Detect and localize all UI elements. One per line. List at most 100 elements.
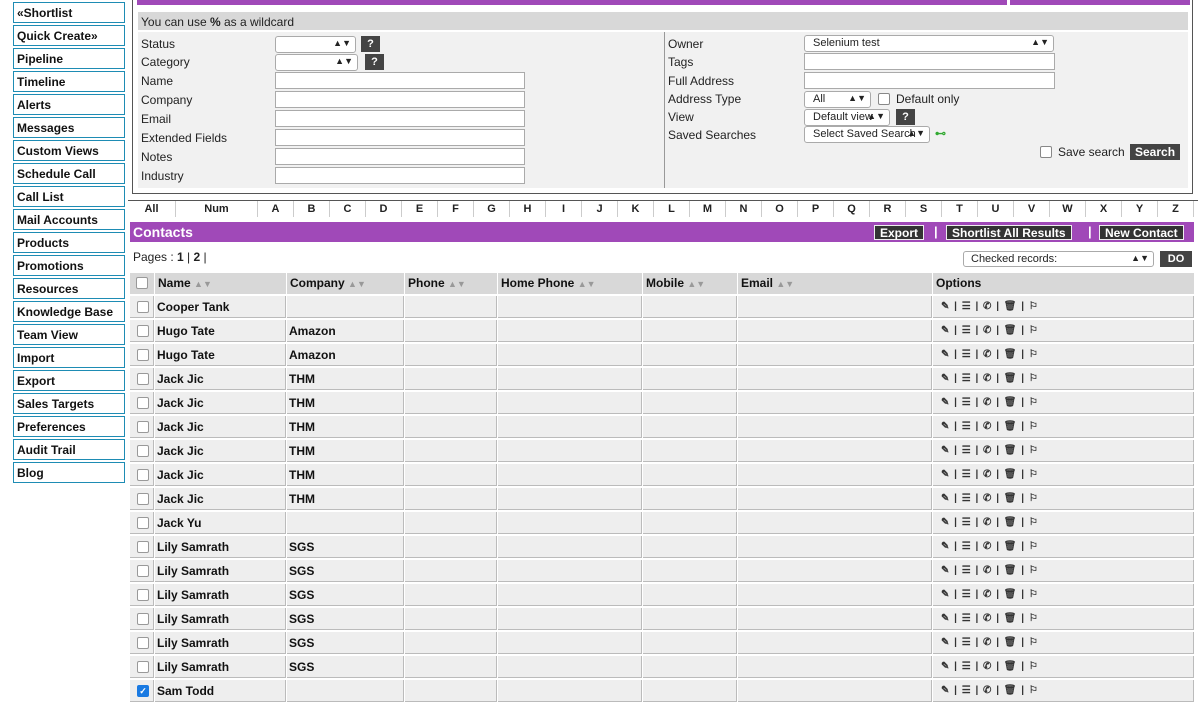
status-select[interactable]: ▲▼ — [275, 36, 356, 53]
alpha-filter-a[interactable]: A — [258, 201, 294, 217]
alpha-filter-num[interactable]: Num — [176, 201, 258, 217]
row-options-icons[interactable]: ✎ | ☰ | ✆ | 🗑 | ⚐ — [941, 373, 1039, 384]
alpha-filter-e[interactable]: E — [402, 201, 438, 217]
sort-icon[interactable]: ▲▼ — [687, 279, 705, 289]
row-checkbox[interactable] — [137, 541, 149, 553]
alpha-filter-f[interactable]: F — [438, 201, 474, 217]
alpha-filter-g[interactable]: G — [474, 201, 510, 217]
sidebar-item[interactable]: Preferences — [13, 416, 125, 437]
alpha-filter-n[interactable]: N — [726, 201, 762, 217]
checked-records-select[interactable]: Checked records: ▲▼ — [963, 251, 1154, 267]
row-options-icons[interactable]: ✎ | ☰ | ✆ | 🗑 | ⚐ — [941, 685, 1039, 696]
sidebar-item[interactable]: Quick Create» — [13, 25, 125, 46]
sidebar-item[interactable]: Mail Accounts — [13, 209, 125, 230]
contact-name-cell[interactable]: Lily Samrath — [155, 632, 286, 654]
alpha-filter-v[interactable]: V — [1014, 201, 1050, 217]
saved-search-select[interactable]: Select Saved Search ▲▼ — [804, 126, 930, 143]
phone-column-header[interactable]: Phone ▲▼ — [405, 273, 497, 294]
default-only-checkbox[interactable] — [878, 93, 890, 105]
alpha-filter-t[interactable]: T — [942, 201, 978, 217]
contact-name-cell[interactable]: Lily Samrath — [155, 584, 286, 606]
sort-icon[interactable]: ▲▼ — [348, 279, 366, 289]
row-checkbox[interactable] — [137, 565, 149, 577]
row-options-icons[interactable]: ✎ | ☰ | ✆ | 🗑 | ⚐ — [941, 517, 1039, 528]
sidebar-item[interactable]: Messages — [13, 117, 125, 138]
sidebar-item[interactable]: Audit Trail — [13, 439, 125, 460]
row-checkbox[interactable] — [137, 445, 149, 457]
contact-name-cell[interactable]: Lily Samrath — [155, 536, 286, 558]
alpha-filter-h[interactable]: H — [510, 201, 546, 217]
view-select[interactable]: Default view ▲▼ — [804, 109, 890, 126]
sidebar-item[interactable]: Timeline — [13, 71, 125, 92]
row-checkbox[interactable] — [137, 373, 149, 385]
row-checkbox[interactable] — [137, 637, 149, 649]
alpha-filter-q[interactable]: Q — [834, 201, 870, 217]
sort-icon[interactable]: ▲▼ — [448, 279, 466, 289]
alpha-filter-r[interactable]: R — [870, 201, 906, 217]
alpha-filter-all[interactable]: All — [128, 201, 176, 217]
contact-name-cell[interactable]: Jack Jic — [155, 440, 286, 462]
export-button[interactable]: Export — [874, 225, 925, 240]
contact-name-cell[interactable]: Jack Jic — [155, 368, 286, 390]
company-column-header[interactable]: Company ▲▼ — [287, 273, 404, 294]
full-address-input[interactable] — [804, 72, 1055, 89]
row-options-icons[interactable]: ✎ | ☰ | ✆ | 🗑 | ⚐ — [941, 301, 1039, 312]
new-contact-button[interactable]: New Contact — [1099, 225, 1184, 240]
row-options-icons[interactable]: ✎ | ☰ | ✆ | 🗑 | ⚐ — [941, 421, 1039, 432]
category-help-button[interactable]: ? — [365, 54, 384, 70]
row-options-icons[interactable]: ✎ | ☰ | ✆ | 🗑 | ⚐ — [941, 541, 1039, 552]
sidebar-item[interactable]: Resources — [13, 278, 125, 299]
view-help-button[interactable]: ? — [896, 109, 915, 125]
contact-name-cell[interactable]: Cooper Tank — [155, 296, 286, 318]
sort-icon[interactable]: ▲▼ — [578, 279, 596, 289]
sidebar-item[interactable]: Schedule Call — [13, 163, 125, 184]
sidebar-item[interactable]: «Shortlist — [13, 2, 125, 23]
address-type-select[interactable]: All ▲▼ — [804, 91, 871, 108]
name-input[interactable] — [275, 72, 525, 89]
sort-icon[interactable]: ▲▼ — [776, 279, 794, 289]
alpha-filter-x[interactable]: X — [1086, 201, 1122, 217]
row-options-icons[interactable]: ✎ | ☰ | ✆ | 🗑 | ⚐ — [941, 397, 1039, 408]
sidebar-item[interactable]: Custom Views — [13, 140, 125, 161]
save-search-checkbox[interactable] — [1040, 146, 1052, 158]
row-checkbox[interactable] — [137, 421, 149, 433]
do-button[interactable]: DO — [1160, 251, 1192, 267]
row-checkbox[interactable]: ✓ — [137, 685, 149, 697]
email-column-header[interactable]: Email ▲▼ — [738, 273, 932, 294]
row-options-icons[interactable]: ✎ | ☰ | ✆ | 🗑 | ⚐ — [941, 661, 1039, 672]
company-input[interactable] — [275, 91, 525, 108]
search-button[interactable]: Search — [1130, 144, 1181, 160]
sidebar-item[interactable]: Knowledge Base — [13, 301, 125, 322]
alpha-filter-s[interactable]: S — [906, 201, 942, 217]
email-input[interactable] — [275, 110, 525, 127]
name-column-header[interactable]: Name ▲▼ — [155, 273, 286, 294]
row-checkbox[interactable] — [137, 325, 149, 337]
sidebar-item[interactable]: Sales Targets — [13, 393, 125, 414]
sidebar-item[interactable]: Promotions — [13, 255, 125, 276]
alpha-filter-w[interactable]: W — [1050, 201, 1086, 217]
notes-input[interactable] — [275, 148, 525, 165]
status-help-button[interactable]: ? — [361, 36, 380, 52]
row-checkbox[interactable] — [137, 349, 149, 361]
alpha-filter-b[interactable]: B — [294, 201, 330, 217]
sidebar-item[interactable]: Products — [13, 232, 125, 253]
alpha-filter-y[interactable]: Y — [1122, 201, 1158, 217]
row-checkbox[interactable] — [137, 469, 149, 481]
row-options-icons[interactable]: ✎ | ☰ | ✆ | 🗑 | ⚐ — [941, 469, 1039, 480]
alpha-filter-z[interactable]: Z — [1158, 201, 1194, 217]
contact-name-cell[interactable]: Lily Samrath — [155, 656, 286, 678]
alpha-filter-j[interactable]: J — [582, 201, 618, 217]
contact-name-cell[interactable]: Sam Todd — [155, 680, 286, 702]
sidebar-item[interactable]: Team View — [13, 324, 125, 345]
home-phone-column-header[interactable]: Home Phone ▲▼ — [498, 273, 642, 294]
row-checkbox[interactable] — [137, 589, 149, 601]
alpha-filter-i[interactable]: I — [546, 201, 582, 217]
alpha-filter-o[interactable]: O — [762, 201, 798, 217]
contact-name-cell[interactable]: Jack Yu — [155, 512, 286, 534]
alpha-filter-k[interactable]: K — [618, 201, 654, 217]
row-options-icons[interactable]: ✎ | ☰ | ✆ | 🗑 | ⚐ — [941, 325, 1039, 336]
contact-name-cell[interactable]: Hugo Tate — [155, 344, 286, 366]
sidebar-item[interactable]: Blog — [13, 462, 125, 483]
sidebar-item[interactable]: Export — [13, 370, 125, 391]
sidebar-item[interactable]: Pipeline — [13, 48, 125, 69]
